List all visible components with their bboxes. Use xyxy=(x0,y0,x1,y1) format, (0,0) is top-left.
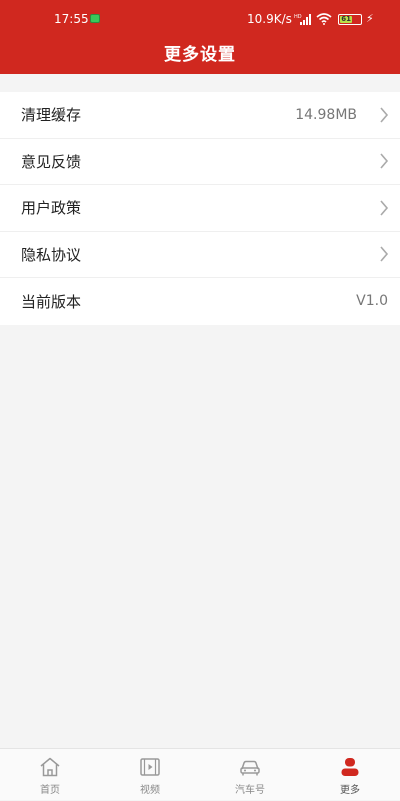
signal-icon: HD xyxy=(294,14,311,25)
tab-car-account[interactable]: 汽车号 xyxy=(200,749,300,801)
current-version-row: 当前版本 V1.0 xyxy=(0,278,400,325)
privacy-agreement-label: 隐私协议 xyxy=(21,245,82,264)
status-bar: 17:55 10.9K/s HD 61 ⚡ xyxy=(0,8,400,30)
lightning-icon: ⚡ xyxy=(366,12,374,25)
wechat-notification-icon xyxy=(90,14,100,23)
version-value: V1.0 xyxy=(356,293,388,310)
clear-cache-row[interactable]: 清理缓存 14.98MB xyxy=(0,92,400,139)
battery-level: 61 xyxy=(340,15,353,23)
bottom-tab-bar: 首页 视频 汽车号 更多 xyxy=(0,748,400,800)
page-title: 更多设置 xyxy=(164,45,236,65)
settings-list: 清理缓存 14.98MB 意见反馈 用户政策 隐私协议 当前版本 V1.0 xyxy=(0,92,400,325)
app-header: 17:55 10.9K/s HD 61 ⚡ 更多设置 xyxy=(0,0,400,74)
tab-more-label: 更多 xyxy=(340,785,360,796)
tab-more[interactable]: 更多 xyxy=(300,749,400,801)
status-time: 17:55 xyxy=(54,12,89,26)
person-icon xyxy=(341,758,359,776)
clear-cache-label: 清理缓存 xyxy=(21,106,82,125)
chevron-right-icon xyxy=(380,107,389,123)
tab-car-account-label: 汽车号 xyxy=(235,785,265,796)
feedback-row[interactable]: 意见反馈 xyxy=(0,139,400,185)
feedback-label: 意见反馈 xyxy=(21,152,82,171)
chevron-right-icon xyxy=(380,153,389,169)
user-policy-label: 用户政策 xyxy=(21,199,82,218)
tab-video-label: 视频 xyxy=(140,785,160,796)
car-icon xyxy=(240,760,260,776)
privacy-agreement-row[interactable]: 隐私协议 xyxy=(0,232,400,278)
tab-video[interactable]: 视频 xyxy=(100,749,200,801)
network-speed: 10.9K/s xyxy=(247,12,292,26)
cache-size-value: 14.98MB xyxy=(295,106,357,123)
chevron-right-icon xyxy=(380,200,389,216)
user-policy-row[interactable]: 用户政策 xyxy=(0,185,400,232)
chevron-right-icon xyxy=(380,246,389,262)
current-version-label: 当前版本 xyxy=(21,292,82,311)
tab-home-label: 首页 xyxy=(40,785,60,796)
tab-home[interactable]: 首页 xyxy=(0,749,100,801)
battery-icon: 61 xyxy=(338,14,362,25)
wifi-icon xyxy=(316,13,332,25)
home-icon xyxy=(40,757,60,777)
video-icon xyxy=(140,758,160,776)
svg-text:HD: HD xyxy=(294,14,302,20)
